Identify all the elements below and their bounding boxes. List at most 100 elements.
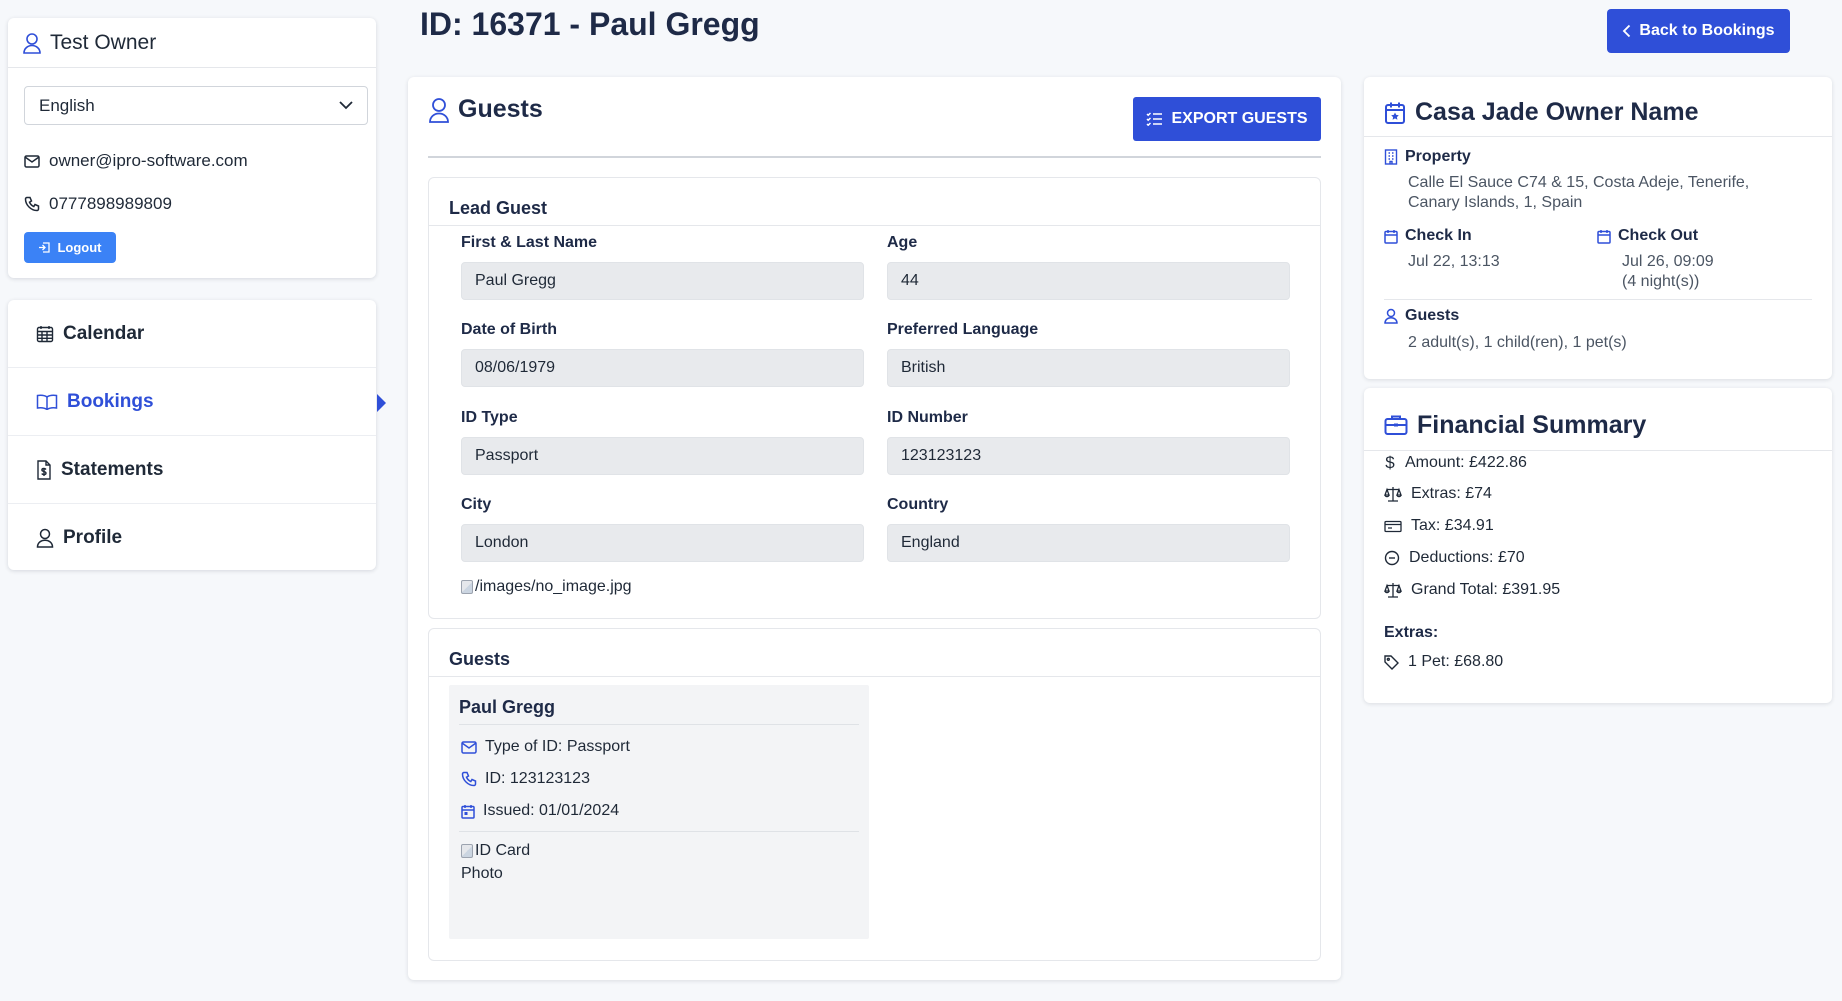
- amount-row: $ Amount: £422.86: [1384, 453, 1527, 473]
- age-field: 44: [887, 262, 1290, 300]
- sidebar-item-bookings[interactable]: Bookings: [8, 368, 386, 436]
- check-out-label-row: Check Out: [1597, 227, 1698, 245]
- field-label: Age: [887, 234, 918, 251]
- guests-panel-header: Guests: [428, 95, 543, 124]
- field-country: Country England: [887, 496, 1290, 562]
- check-out-label: Check Out: [1618, 227, 1699, 244]
- check-in-value: Jul 22, 13:13: [1408, 253, 1500, 270]
- phone-icon: [461, 771, 477, 787]
- back-label: Back to Bookings: [1639, 22, 1775, 39]
- sidebar-item-label: Statements: [61, 458, 164, 480]
- receipt-icon: [36, 459, 52, 480]
- sidebar-item-label: Calendar: [63, 322, 145, 344]
- property-label: Property: [1405, 148, 1471, 165]
- property-label-row: Property: [1384, 148, 1471, 166]
- dollar-icon: $: [1385, 453, 1395, 472]
- user-icon: [36, 528, 54, 548]
- guests-list-card: Guests Paul Gregg Type of ID: Passport I…: [428, 628, 1321, 961]
- extras-title: Extras:: [1384, 624, 1439, 641]
- calendar-star-icon: [1384, 101, 1406, 125]
- tax-text: Tax: £34.91: [1411, 517, 1494, 534]
- phone-text: 0777898989809: [49, 194, 172, 213]
- guest-card: Paul Gregg Type of ID: Passport ID: 1231…: [449, 685, 869, 939]
- book-open-icon: [36, 394, 58, 410]
- property-card: Casa Jade Owner Name Property Calle El S…: [1364, 77, 1832, 379]
- chevron-left-icon: [1622, 24, 1631, 38]
- envelope-icon: [24, 154, 40, 168]
- user-icon: [428, 97, 450, 123]
- language-selected: English: [39, 95, 95, 115]
- field-id-type: ID Type Passport: [461, 409, 864, 475]
- grand-total-text: Grand Total: £391.95: [1411, 581, 1561, 598]
- sidebar-item-calendar[interactable]: Calendar: [8, 300, 376, 368]
- guest-id-number: ID: 123123123: [485, 770, 590, 787]
- field-label: Country: [887, 496, 949, 513]
- financial-summary-header: Financial Summary: [1364, 388, 1832, 451]
- lead-guest-card: Lead Guest First & Last Name Paul Gregg …: [428, 177, 1321, 619]
- image-alt-text: /images/no_image.jpg: [475, 578, 632, 595]
- active-indicator: [377, 394, 386, 412]
- broken-image-icon: [461, 844, 473, 858]
- amount-text: Amount: £422.86: [1405, 454, 1527, 471]
- property-card-title: Casa Jade Owner Name: [1415, 98, 1699, 126]
- extra-item: 1 Pet: £68.80: [1384, 653, 1503, 671]
- minus-circle-icon: [1384, 550, 1400, 566]
- sidebar-item-profile[interactable]: Profile: [8, 504, 376, 572]
- sidebar-item-label: Profile: [63, 527, 123, 548]
- page-title: ID: 16371 - Paul Gregg: [420, 6, 760, 42]
- divider: [428, 156, 1321, 158]
- list-check-icon: [1146, 112, 1163, 126]
- sidebar-nav: Calendar Bookings Statements Profile: [8, 300, 386, 572]
- id-type-field: Passport: [461, 437, 864, 475]
- city-field: London: [461, 524, 864, 562]
- tag-icon: [1384, 654, 1399, 670]
- sidebar-item-statements[interactable]: Statements: [8, 436, 376, 504]
- guests-panel-title: Guests: [458, 95, 543, 123]
- user-card: Test Owner English owner@ipro-software.c…: [8, 18, 376, 278]
- calendar-icon: [1597, 229, 1611, 244]
- language-select[interactable]: English: [24, 86, 368, 125]
- user-icon: [22, 32, 42, 54]
- full-name-field: Paul Gregg: [461, 262, 864, 300]
- guests-label-row: Guests: [1384, 307, 1459, 325]
- scale-icon: [1384, 582, 1402, 598]
- id-number-field: 123123123: [887, 437, 1290, 475]
- lead-guest-title: Lead Guest: [429, 178, 1320, 226]
- financial-summary-title: Financial Summary: [1417, 410, 1647, 439]
- export-guests-button[interactable]: EXPORT GUESTS: [1133, 97, 1321, 141]
- property-address-line2: Canary Islands, 1, Spain: [1408, 194, 1583, 211]
- guest-id-type: Type of ID: Passport: [485, 738, 630, 755]
- photo-alt-text: ID Card: [475, 842, 531, 859]
- field-label: First & Last Name: [461, 234, 598, 251]
- user-icon: [1384, 308, 1398, 324]
- guest-issued: Issued: 01/01/2024: [483, 802, 620, 819]
- field-label: ID Number: [887, 409, 968, 426]
- guests-label: Guests: [1405, 307, 1460, 324]
- user-header: Test Owner: [8, 18, 376, 68]
- field-age: Age 44: [887, 234, 1290, 300]
- guest-name: Paul Gregg: [459, 685, 859, 725]
- briefcase-icon: [1384, 414, 1408, 436]
- scale-icon: [1384, 486, 1402, 502]
- date-of-birth-field: 08/06/1979: [461, 349, 864, 387]
- financial-summary-card: Financial Summary $ Amount: £422.86 Extr…: [1364, 388, 1832, 703]
- id-card-photo-placeholder: ID Card Photo: [461, 842, 869, 883]
- guest-image-placeholder: /images/no_image.jpg: [461, 578, 632, 596]
- field-label: Date of Birth: [461, 321, 557, 338]
- extras-row: Extras: £74: [1384, 485, 1492, 503]
- calendar-icon: [1384, 229, 1398, 244]
- field-preferred-language: Preferred Language British: [887, 321, 1290, 387]
- logout-button[interactable]: Logout: [24, 232, 116, 263]
- sidebar-item-label: Bookings: [67, 390, 154, 412]
- building-icon: [1384, 149, 1398, 165]
- back-to-bookings-button[interactable]: Back to Bookings: [1607, 9, 1790, 53]
- calendar-grid-icon: [36, 325, 54, 343]
- guests-list-title: Guests: [429, 629, 1320, 677]
- guest-id-type-row: Type of ID: Passport: [461, 731, 869, 763]
- preferred-language-field: British: [887, 349, 1290, 387]
- money-bill-icon: [1384, 520, 1402, 533]
- phone-row: 0777898989809: [24, 194, 172, 214]
- field-date-of-birth: Date of Birth 08/06/1979: [461, 321, 864, 387]
- calendar-icon: [461, 804, 475, 819]
- field-full-name: First & Last Name Paul Gregg: [461, 234, 864, 300]
